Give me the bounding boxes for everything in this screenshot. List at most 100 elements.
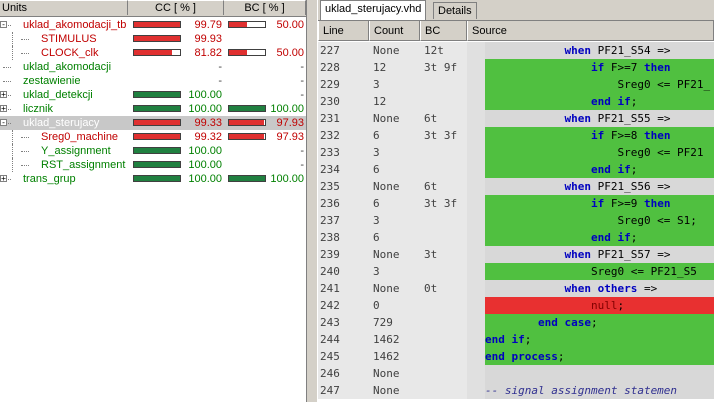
coverage-gutter xyxy=(467,331,485,348)
line-column-header[interactable]: Line xyxy=(318,21,369,41)
source-row[interactable]: 228 12 3t 9f if F>=7 then xyxy=(318,59,714,76)
source-code: end if; xyxy=(485,331,714,348)
cc-coverage-bar xyxy=(133,147,181,154)
coverage-gutter xyxy=(467,229,485,246)
source-row[interactable]: 245 1462 end process; xyxy=(318,348,714,365)
source-code: when PF21_S56 => xyxy=(485,178,714,195)
line-number: 234 xyxy=(318,161,369,178)
unit-row[interactable]: - uklad_akomodacji_tb 99.79 50.00 xyxy=(0,18,306,32)
source-row[interactable]: 236 6 3t 3f if F>=9 then xyxy=(318,195,714,212)
source-row[interactable]: 233 3 Sreg0 <= PF21 xyxy=(318,144,714,161)
source-row[interactable]: 238 6 end if; xyxy=(318,229,714,246)
tree-connector xyxy=(21,151,29,152)
tree-connector xyxy=(21,53,29,54)
coverage-gutter xyxy=(467,93,485,110)
source-row[interactable]: 239 None 3t when PF21_S57 => xyxy=(318,246,714,263)
source-tabs: uklad_sterujacy.vhd Details xyxy=(318,0,714,20)
source-panel: uklad_sterujacy.vhd Details Line Count B… xyxy=(318,0,714,402)
count-cell: 3 xyxy=(369,263,420,280)
line-number: 247 xyxy=(318,382,369,399)
unit-row[interactable]: uklad_akomodacji - - xyxy=(0,60,306,74)
bc-value: 97.93 xyxy=(276,117,304,129)
units-column-header[interactable]: Units xyxy=(0,0,128,15)
unit-row[interactable]: Y_assignment 100.00 - xyxy=(0,144,306,158)
unit-row[interactable]: STIMULUS 99.93 xyxy=(0,32,306,46)
bc-coverage-bar xyxy=(228,119,266,126)
source-row[interactable]: 234 6 end if; xyxy=(318,161,714,178)
coverage-gutter xyxy=(467,314,485,331)
bc-cell: 12t xyxy=(420,42,467,59)
source-row[interactable]: 231 None 6t when PF21_S55 => xyxy=(318,110,714,127)
cc-column-header[interactable]: CC [ % ] xyxy=(128,0,224,15)
source-code: end process; xyxy=(485,348,714,365)
source-code: if F>=8 then xyxy=(485,127,714,144)
bc-cell xyxy=(420,161,467,178)
count-cell: 1462 xyxy=(369,348,420,365)
source-code xyxy=(485,365,714,382)
source-code: when PF21_S55 => xyxy=(485,110,714,127)
expand-icon[interactable]: + xyxy=(0,175,7,183)
unit-row[interactable]: + trans_grup 100.00 100.00 xyxy=(0,172,306,186)
line-number: 241 xyxy=(318,280,369,297)
unit-name: uklad_detekcji xyxy=(23,89,93,101)
collapse-icon[interactable]: - xyxy=(0,119,7,127)
source-row[interactable]: 227 None 12t when PF21_S54 => xyxy=(318,42,714,59)
source-row[interactable]: 240 3 Sreg0 <= PF21_S5 xyxy=(318,263,714,280)
count-column-header[interactable]: Count xyxy=(369,21,420,41)
line-number: 236 xyxy=(318,195,369,212)
unit-row[interactable]: + licznik 100.00 100.00 xyxy=(0,102,306,116)
source-code: end if; xyxy=(485,93,714,110)
cc-coverage-bar xyxy=(133,119,181,126)
count-cell: None xyxy=(369,382,420,399)
source-row[interactable]: 246 None xyxy=(318,365,714,382)
line-number: 230 xyxy=(318,93,369,110)
source-row[interactable]: 247 None -- signal assignment statemen xyxy=(318,382,714,399)
unit-row[interactable]: zestawienie - - xyxy=(0,74,306,88)
source-row[interactable]: 242 0 null; xyxy=(318,297,714,314)
cc-coverage-bar xyxy=(133,49,181,56)
unit-row[interactable]: Sreg0_machine 99.32 97.93 xyxy=(0,130,306,144)
line-number: 232 xyxy=(318,127,369,144)
source-row[interactable]: 230 12 end if; xyxy=(318,93,714,110)
unit-row[interactable]: RST_assignment 100.00 - xyxy=(0,158,306,172)
source-code: if F>=9 then xyxy=(485,195,714,212)
source-row[interactable]: 232 6 3t 3f if F>=8 then xyxy=(318,127,714,144)
expand-icon[interactable]: + xyxy=(0,105,7,113)
unit-row[interactable]: - uklad_sterujacy 99.33 97.93 xyxy=(0,116,306,130)
bc-column-header[interactable]: BC xyxy=(420,21,467,41)
units-panel: Units CC [ % ] BC [ % ] - uklad_akomodacj… xyxy=(0,0,306,402)
source-row[interactable]: 244 1462 end if; xyxy=(318,331,714,348)
source-row[interactable]: 229 3 Sreg0 <= PF21_ xyxy=(318,76,714,93)
cc-coverage-bar xyxy=(133,91,181,98)
source-row[interactable]: 243 729 end case; xyxy=(318,314,714,331)
expand-icon[interactable]: + xyxy=(0,91,7,99)
source-row[interactable]: 241 None 0t when others => xyxy=(318,280,714,297)
coverage-gutter xyxy=(467,161,485,178)
unit-row[interactable]: CLOCK_clk 81.82 50.00 xyxy=(0,46,306,60)
cc-value: 99.32 xyxy=(194,131,222,143)
source-column-header[interactable]: Source xyxy=(467,21,714,41)
unit-name: Sreg0_machine xyxy=(41,131,119,143)
cc-value: 100.00 xyxy=(188,103,222,115)
source-row[interactable]: 235 None 6t when PF21_S56 => xyxy=(318,178,714,195)
collapse-icon[interactable]: - xyxy=(0,21,7,29)
bc-cell xyxy=(420,365,467,382)
count-cell: 3 xyxy=(369,212,420,229)
bc-column-header[interactable]: BC [ % ] xyxy=(224,0,306,15)
bc-cell: 3t 3f xyxy=(420,127,467,144)
unit-name: CLOCK_clk xyxy=(41,47,99,59)
panel-splitter[interactable] xyxy=(306,0,318,402)
tab-details[interactable]: Details xyxy=(433,2,477,19)
coverage-gutter xyxy=(467,42,485,59)
coverage-gutter xyxy=(467,382,485,399)
coverage-gutter xyxy=(467,195,485,212)
tree-connector xyxy=(3,81,11,82)
bc-value: - xyxy=(300,75,304,87)
bc-coverage-bar xyxy=(228,49,266,56)
bc-value: - xyxy=(300,145,304,157)
line-number: 238 xyxy=(318,229,369,246)
source-row[interactable]: 237 3 Sreg0 <= S1; xyxy=(318,212,714,229)
unit-row[interactable]: + uklad_detekcji 100.00 - xyxy=(0,88,306,102)
tab-uklad-sterujacy-vhd[interactable]: uklad_sterujacy.vhd xyxy=(320,0,427,20)
line-number: 245 xyxy=(318,348,369,365)
